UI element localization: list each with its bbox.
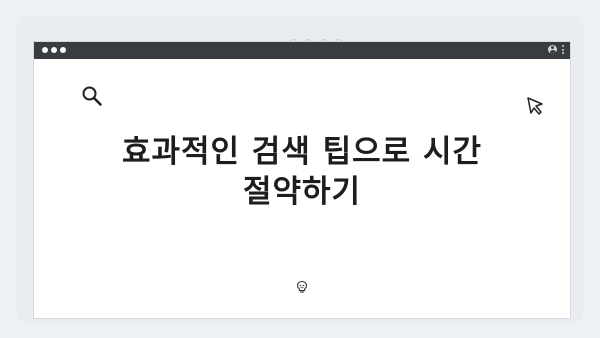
browser-window: 효과적인 검색 팁으로 시간 절약하기 [33,41,571,319]
profile-icon[interactable] [548,45,557,54]
window-dot-1[interactable] [42,47,48,53]
cursor-arrow-icon [526,96,546,120]
search-icon [81,85,103,111]
page-title-line-2: 절약하기 [242,174,362,210]
window-dot-3[interactable] [60,47,66,53]
window-dot-2[interactable] [51,47,57,53]
kebab-menu-icon[interactable] [562,45,564,54]
window-titlebar [34,42,570,59]
window-controls[interactable] [42,47,66,53]
page-title: 효과적인 검색 팁으로 시간 절약하기 [34,132,570,212]
lightbulb-icon [296,279,308,298]
page-title-line-1: 효과적인 검색 팁으로 시간 [121,134,483,170]
